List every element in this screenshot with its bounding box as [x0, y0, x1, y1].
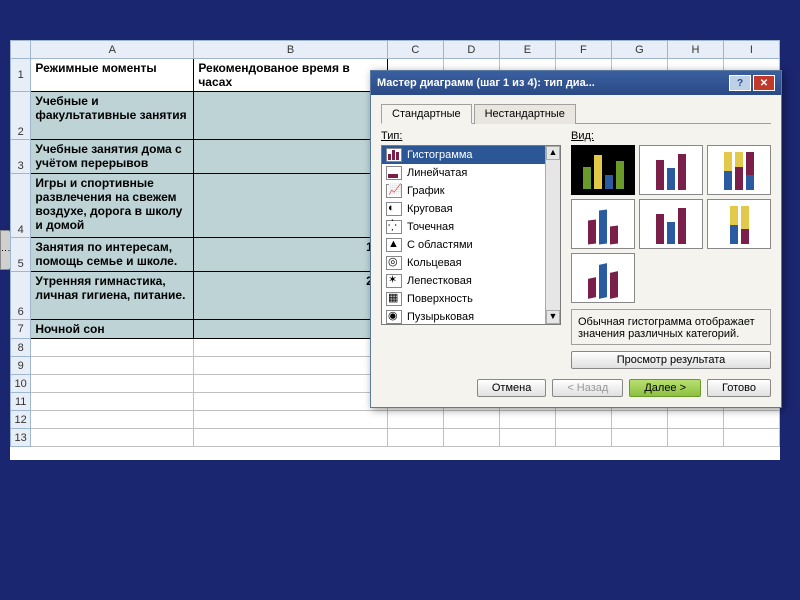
cell-b1[interactable]: Рекомендованое время в часах [194, 59, 388, 92]
surface-chart-icon: ▦ [386, 292, 402, 306]
subtype-thumb[interactable] [639, 199, 703, 249]
help-button[interactable]: ? [729, 75, 751, 91]
col-header-e[interactable]: E [499, 41, 555, 59]
dialog-title: Мастер диаграмм (шаг 1 из 4): тип диа... [377, 77, 595, 89]
type-item[interactable]: ▲С областями [382, 236, 545, 254]
col-header-g[interactable]: G [611, 41, 667, 59]
scatter-chart-icon: ⁛ [386, 220, 402, 234]
scroll-down-icon[interactable]: ▼ [546, 310, 560, 324]
hbar-chart-icon [386, 166, 402, 180]
row-header[interactable]: 5 [11, 238, 31, 272]
bubble-chart-icon: ◉ [386, 310, 402, 324]
area-chart-icon: ▲ [386, 238, 402, 252]
type-item[interactable]: ✶Лепестковая [382, 272, 545, 290]
type-item[interactable]: ⁛Точечная [382, 218, 545, 236]
line-chart-icon: 📈 [386, 184, 402, 198]
cell-a4[interactable]: Игры и спортивные развлечения на свежем … [31, 174, 194, 238]
finish-button[interactable]: Готово [707, 379, 771, 397]
col-header-d[interactable]: D [443, 41, 499, 59]
close-button[interactable]: ✕ [753, 75, 775, 91]
type-list-scrollbar[interactable]: ▲ ▼ [545, 146, 560, 324]
col-header-b[interactable]: B [194, 41, 388, 59]
subtype-thumb[interactable] [707, 145, 771, 195]
type-item[interactable]: Линейчатая [382, 164, 545, 182]
row-header[interactable]: 10 [11, 375, 31, 393]
cell-a3[interactable]: Учебные занятия дома с учётом перерывов [31, 140, 194, 174]
type-label-text: Гистограмма [407, 149, 473, 161]
row-header[interactable]: 8 [11, 339, 31, 357]
row-header[interactable]: 12 [11, 411, 31, 429]
chart-type-list: Гистограмма Линейчатая 📈График ◐Круговая… [381, 145, 561, 325]
cell-b5[interactable]: 1,5 [194, 238, 388, 272]
view-label: Вид: [571, 130, 771, 142]
col-header-h[interactable]: H [667, 41, 723, 59]
corner-cell[interactable] [11, 41, 31, 59]
tab-standard[interactable]: Стандартные [381, 104, 472, 124]
row-header[interactable]: 2 [11, 92, 31, 140]
chart-wizard-dialog: Мастер диаграмм (шаг 1 из 4): тип диа...… [370, 70, 782, 408]
cell-b2[interactable]: 6 [194, 92, 388, 140]
bar-chart-icon [386, 148, 402, 162]
chart-subtype-grid [571, 145, 771, 303]
type-item[interactable]: ◉Пузырьковая [382, 308, 545, 325]
cell-a2[interactable]: Учебные и факультативные занятия [31, 92, 194, 140]
row-header[interactable]: 1 [11, 59, 31, 92]
cancel-button[interactable]: Отмена [477, 379, 546, 397]
row-header[interactable]: 3 [11, 140, 31, 174]
row-header[interactable]: 11 [11, 393, 31, 411]
subtype-thumb[interactable] [571, 199, 635, 249]
col-header-c[interactable]: C [387, 41, 443, 59]
next-button[interactable]: Далее > [629, 379, 701, 397]
type-item[interactable]: ◐Круговая [382, 200, 545, 218]
row-header[interactable]: 4 [11, 174, 31, 238]
type-label: Тип: [381, 130, 561, 142]
type-item-histogram[interactable]: Гистограмма [382, 146, 545, 164]
type-item[interactable]: ▦Поверхность [382, 290, 545, 308]
subtype-thumb[interactable] [639, 145, 703, 195]
row-header[interactable]: 9 [11, 357, 31, 375]
row-header[interactable]: 13 [11, 429, 31, 447]
scroll-up-icon[interactable]: ▲ [546, 146, 560, 160]
tabs: Стандартные Нестандартные [381, 103, 771, 124]
row-header[interactable]: 7 [11, 320, 31, 339]
doughnut-chart-icon: ◎ [386, 256, 402, 270]
tab-nonstandard[interactable]: Нестандартные [474, 104, 576, 124]
cell-a5[interactable]: Занятия по интересам, помощь семье и шко… [31, 238, 194, 272]
cell-a1[interactable]: Режимные моменты [31, 59, 194, 92]
cell-b7[interactable]: 10 [194, 320, 388, 339]
col-header-i[interactable]: I [723, 41, 779, 59]
cell-a7[interactable]: Ночной сон [31, 320, 194, 339]
subtype-thumb[interactable] [571, 145, 635, 195]
row-header[interactable]: 6 [11, 272, 31, 320]
pie-chart-icon: ◐ [386, 202, 402, 216]
cell-b3[interactable]: 2 [194, 140, 388, 174]
subtype-thumb[interactable] [707, 199, 771, 249]
col-header-f[interactable]: F [555, 41, 611, 59]
subtype-thumb[interactable] [571, 253, 635, 303]
preview-button[interactable]: Просмотр результата [571, 351, 771, 369]
radar-chart-icon: ✶ [386, 274, 402, 288]
type-item[interactable]: 📈График [382, 182, 545, 200]
subtype-description: Обычная гистограмма отображает значения … [571, 309, 771, 345]
cell-b6[interactable]: 2,5 [194, 272, 388, 320]
back-button[interactable]: < Назад [552, 379, 623, 397]
cell-b4[interactable]: 2 [194, 174, 388, 238]
dialog-titlebar[interactable]: Мастер диаграмм (шаг 1 из 4): тип диа...… [371, 71, 781, 95]
type-item[interactable]: ◎Кольцевая [382, 254, 545, 272]
cell-a6[interactable]: Утренняя гимнастика, личная гигиена, пит… [31, 272, 194, 320]
col-header-a[interactable]: A [31, 41, 194, 59]
